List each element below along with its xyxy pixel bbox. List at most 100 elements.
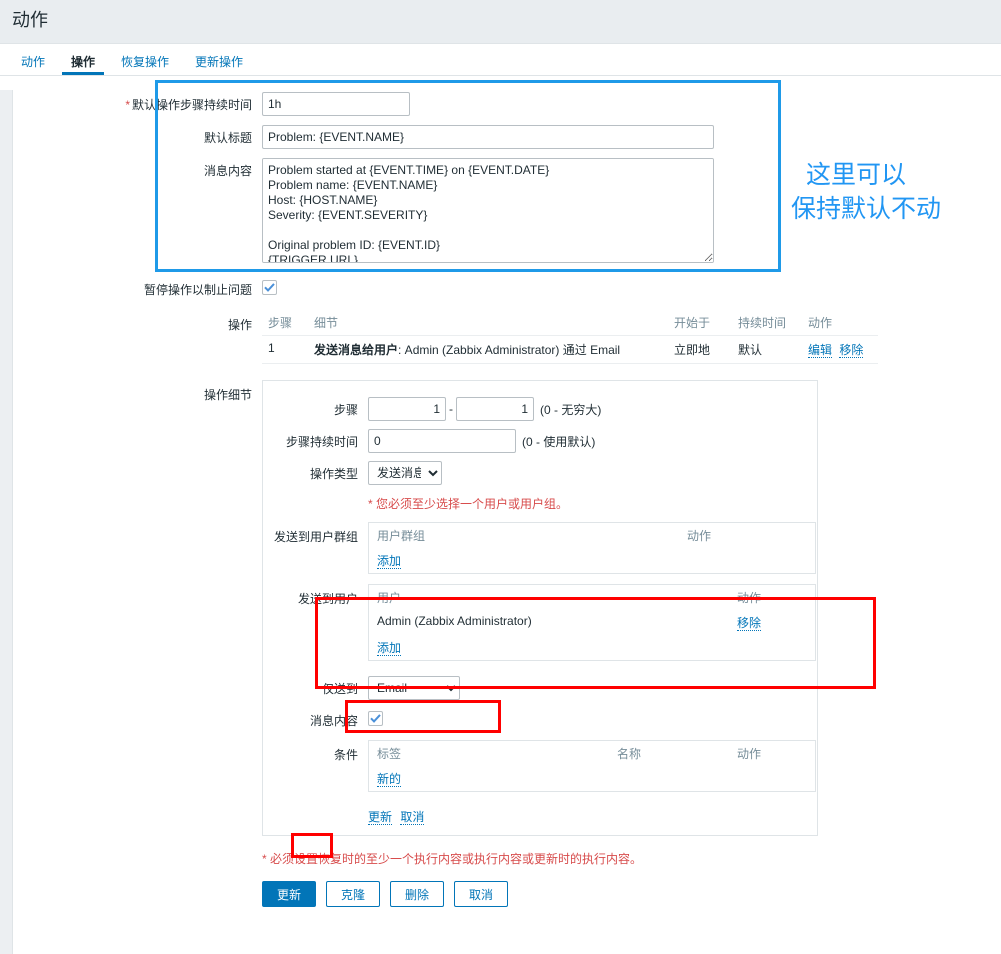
cancel-button[interactable]: 取消 bbox=[454, 881, 509, 907]
footer-note-text: 必须设置恢复时的至少一个执行内容或执行内容或更新时的执行内容。 bbox=[266, 852, 643, 866]
page-title: 动作 bbox=[12, 10, 48, 30]
operation-details-panel: 步骤 - (0 - 无穷大) 步骤持续时间 (0 - 使用默认) bbox=[262, 380, 818, 836]
cancel-operation-link[interactable]: 取消 bbox=[400, 810, 425, 825]
label-default-step-duration: * 默认操作步骤持续时间 bbox=[125, 98, 252, 112]
step-from-input[interactable] bbox=[368, 397, 446, 421]
users-row: Admin (Zabbix Administrator) 移除 bbox=[369, 610, 815, 635]
operation-type-text: 发送消息给用户 bbox=[314, 343, 399, 357]
steps-hint: (0 - 无穷大) bbox=[540, 402, 602, 417]
col-user: 用户 bbox=[377, 591, 402, 605]
col-step: 步骤 bbox=[262, 310, 308, 336]
edit-operation-link[interactable]: 编辑 bbox=[808, 343, 833, 358]
col-user-group: 用户群组 bbox=[377, 529, 426, 543]
page-content: *默认操作步骤持续时间 默认标题 消息内容 Problem started at… bbox=[0, 90, 1001, 954]
new-condition-link[interactable]: 新的 bbox=[377, 772, 402, 787]
check-icon bbox=[370, 714, 381, 723]
remove-operation-link[interactable]: 移除 bbox=[839, 343, 864, 358]
conditions-header-row: 标签 名称 动作 bbox=[369, 741, 815, 766]
label-send-only-to: 仅送到 bbox=[321, 682, 358, 696]
users-add-row: 添加 bbox=[369, 635, 815, 660]
row-detail-actions: 更新 取消 bbox=[263, 806, 817, 825]
row-footer-note: * 必须设置恢复时的至少一个执行内容或执行内容或更新时的执行内容。 bbox=[12, 848, 1001, 867]
row-step-duration: 步骤持续时间 (0 - 使用默认) bbox=[263, 427, 817, 453]
label-conditions: 条件 bbox=[333, 748, 358, 762]
col-user-action: 动作 bbox=[737, 591, 762, 605]
label-custom-message: 消息内容 bbox=[309, 714, 358, 728]
remove-user-link[interactable]: 移除 bbox=[737, 616, 762, 631]
page-header: 动作 bbox=[0, 0, 1001, 40]
label-default-subject: 默认标题 bbox=[203, 131, 252, 145]
col-action: 动作 bbox=[802, 310, 878, 336]
col-tag: 标签 bbox=[377, 747, 402, 761]
col-duration: 持续时间 bbox=[732, 310, 802, 336]
step-duration-input[interactable] bbox=[368, 429, 516, 453]
label-steps: 步骤 bbox=[333, 403, 358, 417]
send-only-to-select[interactable]: Email bbox=[368, 676, 460, 700]
label-step-duration: 步骤持续时间 bbox=[285, 435, 358, 449]
default-subject-input[interactable] bbox=[262, 125, 714, 149]
label-send-to-users: 发送到用户 bbox=[297, 592, 358, 606]
default-step-duration-input[interactable] bbox=[262, 92, 410, 116]
col-user-group-action: 动作 bbox=[687, 529, 712, 543]
row-operations-table: 操作 步骤 细节 开始于 持续时间 动作 1 发送消息给用户: Admin (Z… bbox=[12, 310, 1001, 364]
tab-action[interactable]: 动作 bbox=[12, 56, 54, 75]
label-operation-details: 操作细节 bbox=[203, 388, 252, 402]
user-groups-header-row: 用户群组 动作 bbox=[369, 523, 815, 548]
row-conditions: 条件 标签 名称 动作 新的 bbox=[263, 740, 817, 792]
step-duration-hint: (0 - 使用默认) bbox=[522, 434, 596, 449]
cell-step: 1 bbox=[262, 335, 308, 364]
tab-operations[interactable]: 操作 bbox=[62, 56, 104, 75]
users-table: 用户 动作 Admin (Zabbix Administrator) 移除 添加 bbox=[368, 584, 816, 661]
col-condition-action: 动作 bbox=[737, 747, 762, 761]
check-icon bbox=[264, 283, 275, 292]
steps-separator: - bbox=[449, 402, 453, 416]
required-star: * bbox=[125, 98, 130, 112]
user-name: Admin (Zabbix Administrator) bbox=[377, 614, 532, 628]
update-operation-link[interactable]: 更新 bbox=[368, 810, 393, 825]
operation-target-text: : Admin (Zabbix Administrator) 通过 Email bbox=[398, 343, 621, 357]
row-required-note: * 您必须至少选择一个用户或用户组。 bbox=[263, 493, 817, 512]
conditions-table: 标签 名称 动作 新的 bbox=[368, 740, 816, 792]
col-start: 开始于 bbox=[668, 310, 732, 336]
operation-type-select[interactable]: 发送消息 bbox=[368, 461, 442, 485]
row-pause-operations: 暂停操作以制止问题 bbox=[12, 275, 1001, 298]
tab-update-operations[interactable]: 更新操作 bbox=[186, 56, 252, 75]
row-default-message: 消息内容 Problem started at {EVENT.TIME} on … bbox=[12, 156, 1001, 266]
row-default-step-duration: * 默认操作步骤持续时间 bbox=[12, 90, 1001, 116]
cell-duration: 默认 bbox=[732, 335, 802, 364]
tab-bar: 动作 操作 恢复操作 更新操作 bbox=[0, 44, 1001, 76]
table-row: 1 发送消息给用户: Admin (Zabbix Administrator) … bbox=[262, 335, 878, 364]
row-send-only-to: 仅送到 Email bbox=[263, 674, 817, 700]
row-send-to-users: 发送到用户 用户 动作 Admin (Zabbix Administrator)… bbox=[263, 584, 817, 661]
left-rail bbox=[0, 90, 13, 954]
add-user-link[interactable]: 添加 bbox=[377, 641, 402, 656]
row-default-subject: 默认标题 bbox=[12, 123, 1001, 149]
row-custom-message: 消息内容 bbox=[263, 706, 817, 729]
custom-message-checkbox[interactable] bbox=[368, 711, 383, 726]
default-message-textarea[interactable]: Problem started at {EVENT.TIME} on {EVEN… bbox=[262, 158, 714, 263]
update-button[interactable]: 更新 bbox=[262, 881, 317, 907]
row-operation-details: 操作细节 步骤 - (0 - 无穷大) 步骤持续时间 bbox=[12, 380, 1001, 836]
user-groups-add-row: 添加 bbox=[369, 548, 815, 573]
delete-button[interactable]: 删除 bbox=[390, 881, 445, 907]
user-groups-table: 用户群组 动作 添加 bbox=[368, 522, 816, 574]
step-to-input[interactable] bbox=[456, 397, 534, 421]
label-send-to-user-groups: 发送到用户群组 bbox=[273, 530, 358, 544]
label-operation-type: 操作类型 bbox=[309, 467, 358, 481]
tab-recovery-operations[interactable]: 恢复操作 bbox=[112, 56, 178, 75]
users-header-row: 用户 动作 bbox=[369, 585, 815, 610]
cell-start: 立即地 bbox=[668, 335, 732, 364]
cell-details: 发送消息给用户: Admin (Zabbix Administrator) 通过… bbox=[308, 335, 668, 364]
add-user-group-link[interactable]: 添加 bbox=[377, 554, 402, 569]
row-send-to-user-groups: 发送到用户群组 用户群组 动作 添加 bbox=[263, 522, 817, 574]
label-default-message: 消息内容 bbox=[203, 164, 252, 178]
col-condition-name: 名称 bbox=[617, 747, 642, 761]
row-steps: 步骤 - (0 - 无穷大) bbox=[263, 395, 817, 421]
pause-operations-checkbox[interactable] bbox=[262, 280, 277, 295]
operations-table: 步骤 细节 开始于 持续时间 动作 1 发送消息给用户: Admin (Zabb… bbox=[262, 310, 878, 364]
table-header-row: 步骤 细节 开始于 持续时间 动作 bbox=[262, 310, 878, 336]
row-footer-buttons: 更新 克隆 删除 取消 bbox=[12, 881, 1001, 907]
row-operation-type: 操作类型 发送消息 bbox=[263, 459, 817, 485]
clone-button[interactable]: 克隆 bbox=[326, 881, 381, 907]
label-operations: 操作 bbox=[227, 318, 252, 332]
